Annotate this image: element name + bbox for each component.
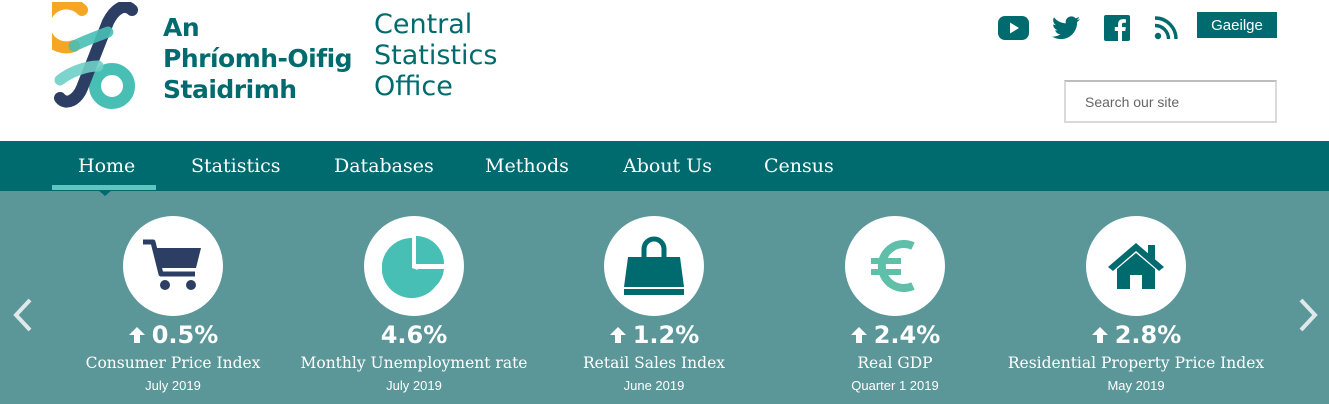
- nav-item-home[interactable]: Home: [78, 141, 135, 191]
- stat-card-property-price[interactable]: 2.8% Residential Property Price Index Ma…: [1006, 216, 1266, 404]
- main-navigation: Home Statistics Databases Methods About …: [0, 141, 1329, 191]
- brand-english-line: Office: [374, 71, 453, 102]
- stat-value: 2.4%: [873, 321, 941, 349]
- cso-logo[interactable]: [52, 2, 142, 110]
- brand-name-english[interactable]: Central Statistics Office: [374, 9, 497, 102]
- stat-value-row: 0.5%: [43, 320, 303, 350]
- stat-period: July 2019: [145, 378, 201, 393]
- nav-item-about-us[interactable]: About Us: [623, 141, 712, 191]
- stat-value: 1.2%: [632, 321, 700, 349]
- stat-value-row: 2.4%: [765, 320, 1025, 350]
- stat-icon-circle: [123, 216, 223, 316]
- stat-value-row: 4.6%: [284, 320, 544, 350]
- arrow-up-icon: [850, 327, 867, 343]
- arrow-up-icon: [609, 327, 626, 343]
- facebook-icon[interactable]: [1103, 12, 1131, 44]
- brand-english-line: Central: [374, 9, 473, 40]
- youtube-icon[interactable]: [997, 12, 1029, 44]
- brand-irish-line: Phríomh-Oifig: [163, 44, 353, 73]
- stat-value-row: 1.2%: [524, 320, 784, 350]
- arrow-up-icon: [128, 327, 145, 343]
- stat-value: 4.6%: [380, 321, 448, 349]
- euro-icon: [871, 240, 915, 292]
- shopping-cart-icon: [143, 239, 201, 290]
- stat-card-retail-sales[interactable]: 1.2% Retail Sales Index June 2019: [524, 216, 784, 404]
- stat-period: July 2019: [386, 378, 442, 393]
- stat-card-unemployment[interactable]: 4.6% Monthly Unemployment rate July 2019: [284, 216, 544, 404]
- rss-icon[interactable]: [1153, 12, 1179, 44]
- stat-icon-circle: [604, 216, 704, 316]
- shopping-bag-icon: [624, 236, 684, 295]
- brand-english-line: Statistics: [374, 40, 498, 71]
- site-header: An Phríomh-Oifig Staidrimh Central Stati…: [0, 0, 1329, 141]
- stat-label: Real GDP: [857, 354, 933, 372]
- language-toggle-button[interactable]: Gaeilge: [1197, 12, 1277, 38]
- search-input[interactable]: [1064, 80, 1277, 123]
- stat-value-row: 2.8%: [1006, 320, 1266, 350]
- twitter-icon[interactable]: [1051, 12, 1081, 44]
- stat-period: Quarter 1 2019: [851, 378, 939, 393]
- stat-period: June 2019: [623, 378, 685, 393]
- pie-chart-icon: [382, 236, 444, 298]
- nav-item-census[interactable]: Census: [764, 141, 834, 191]
- carousel-next-arrow[interactable]: [1293, 295, 1323, 335]
- brand-irish-line: Staidrimh: [163, 75, 297, 104]
- stat-icon-circle: [364, 216, 464, 316]
- stat-value: 0.5%: [151, 321, 219, 349]
- nav-item-methods[interactable]: Methods: [485, 141, 569, 191]
- stat-label: Retail Sales Index: [583, 354, 725, 372]
- stat-label: Monthly Unemployment rate: [300, 354, 528, 372]
- brand-name-irish[interactable]: An Phríomh-Oifig Staidrimh: [163, 12, 353, 105]
- stat-icon-circle: [1086, 216, 1186, 316]
- active-nav-caret: [98, 190, 112, 196]
- stat-period: May 2019: [1107, 378, 1165, 393]
- arrow-up-icon: [1091, 327, 1108, 343]
- nav-item-databases[interactable]: Databases: [334, 141, 434, 191]
- stat-label: Consumer Price Index: [85, 354, 261, 372]
- stat-icon-circle: [845, 216, 945, 316]
- stat-card-real-gdp[interactable]: 2.4% Real GDP Quarter 1 2019: [765, 216, 1025, 404]
- chevron-left-icon: [13, 298, 32, 332]
- stat-value: 2.8%: [1114, 321, 1182, 349]
- brand-irish-line: An: [163, 13, 200, 42]
- house-icon: [1108, 243, 1164, 289]
- chevron-right-icon: [1299, 298, 1318, 332]
- stat-card-cpi[interactable]: 0.5% Consumer Price Index July 2019: [43, 216, 303, 404]
- nav-item-statistics[interactable]: Statistics: [191, 141, 281, 191]
- stat-label: Residential Property Price Index: [1007, 354, 1265, 372]
- carousel-prev-arrow[interactable]: [8, 295, 38, 335]
